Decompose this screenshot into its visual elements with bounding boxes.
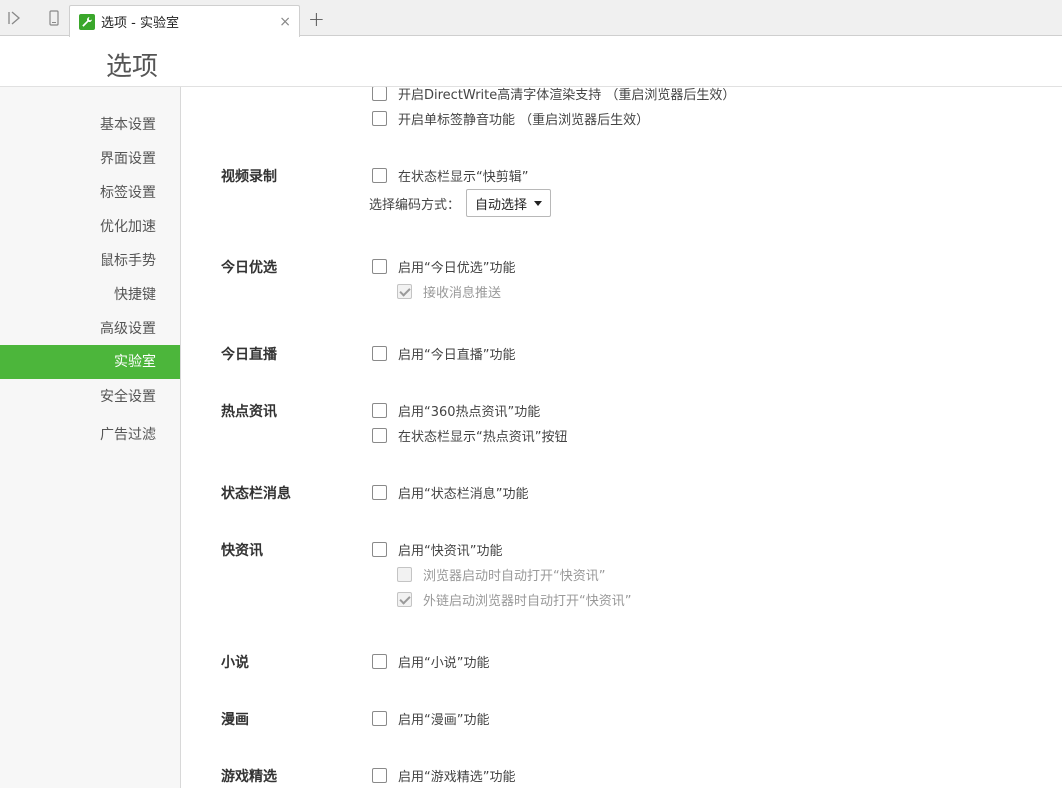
option-label: 启用“今日优选”功能 xyxy=(398,261,516,276)
option-label: 启用“快资讯”功能 xyxy=(398,544,503,559)
option-hot-news[interactable]: 启用“360热点资讯”功能 xyxy=(372,401,540,420)
sidebar-item-shortcuts[interactable]: 快捷键 xyxy=(114,278,156,312)
section-label-comic: 漫画 xyxy=(221,712,249,728)
option-quick-news-on-start[interactable]: 浏览器启动时自动打开“快资讯” xyxy=(397,565,605,584)
codec-select[interactable]: 自动选择 xyxy=(466,189,552,217)
new-tab-button[interactable]: + xyxy=(308,7,325,31)
checkbox[interactable] xyxy=(372,403,387,418)
option-label: 在状态栏显示“快剪辑” xyxy=(398,170,529,185)
section-label-quick-news: 快资讯 xyxy=(221,543,263,559)
option-comic[interactable]: 启用“漫画”功能 xyxy=(372,709,489,728)
checkbox[interactable] xyxy=(372,346,387,361)
option-label: 启用“小说”功能 xyxy=(398,656,490,671)
option-label: 开启单标签静音功能 （重启浏览器后生效） xyxy=(398,113,650,128)
option-directwrite[interactable]: 开启DirectWrite高清字体渲染支持 （重启浏览器后生效） xyxy=(372,87,735,103)
option-label: 开启DirectWrite高清字体渲染支持 （重启浏览器后生效） xyxy=(398,88,736,103)
caret-down-icon xyxy=(534,200,543,206)
option-today-pick[interactable]: 启用“今日优选”功能 xyxy=(372,257,515,276)
option-video-statusbar[interactable]: 在状态栏显示“快剪辑” xyxy=(372,166,528,185)
sidebar-item-interface[interactable]: 界面设置 xyxy=(100,142,156,176)
section-label-games: 游戏精选 xyxy=(221,769,277,785)
mobile-device-button[interactable] xyxy=(40,0,68,36)
checkbox[interactable] xyxy=(372,259,387,274)
sidebar-item-optimize[interactable]: 优化加速 xyxy=(100,210,156,244)
tab-bar: 选项 - 实验室 × + xyxy=(0,0,1062,37)
page-title: 选项 xyxy=(106,52,159,82)
sidebar-item-basic[interactable]: 基本设置 xyxy=(100,108,156,142)
codec-value: 自动选择 xyxy=(475,197,528,213)
option-games[interactable]: 启用“游戏精选”功能 xyxy=(372,766,515,785)
option-today-live[interactable]: 启用“今日直播”功能 xyxy=(372,344,515,363)
settings-content: 开启DirectWrite高清字体渲染支持 （重启浏览器后生效） 开启单标签静音… xyxy=(182,87,1062,788)
sidebar-item-advanced[interactable]: 高级设置 xyxy=(100,312,156,346)
checkbox[interactable] xyxy=(372,485,387,500)
option-label: 启用“状态栏消息”功能 xyxy=(398,487,529,502)
section-label-novel: 小说 xyxy=(221,655,249,671)
wrench-icon xyxy=(79,13,95,30)
checkbox-checked[interactable] xyxy=(397,284,412,299)
checkbox[interactable] xyxy=(372,428,387,443)
sidebar-item-mouse-gestures[interactable]: 鼠标手势 xyxy=(100,244,156,278)
checkbox-checked[interactable] xyxy=(397,592,412,607)
option-statusbar-msg[interactable]: 启用“状态栏消息”功能 xyxy=(372,483,528,502)
section-label-statusbar-msg: 状态栏消息 xyxy=(221,486,291,502)
option-tab-mute[interactable]: 开启单标签静音功能 （重启浏览器后生效） xyxy=(372,109,649,128)
close-icon[interactable]: × xyxy=(279,14,291,30)
option-push-messages[interactable]: 接收消息推送 xyxy=(397,282,501,301)
checkbox[interactable] xyxy=(372,87,387,101)
option-hot-news-statusbar[interactable]: 在状态栏显示“热点资讯”按钮 xyxy=(372,426,567,445)
sidebar-item-tabs[interactable]: 标签设置 xyxy=(100,176,156,210)
section-label-hot-news: 热点资讯 xyxy=(221,404,277,420)
option-label: 在状态栏显示“热点资讯”按钮 xyxy=(398,430,568,445)
checkbox[interactable] xyxy=(372,711,387,726)
codec-label: 选择编码方式： xyxy=(369,197,461,213)
section-label-today-pick: 今日优选 xyxy=(221,260,277,276)
page-header: 选项 xyxy=(0,36,1062,87)
expand-icon xyxy=(8,11,20,25)
section-label-today-live: 今日直播 xyxy=(221,347,277,363)
tab-title: 选项 - 实验室 xyxy=(101,16,179,31)
checkbox[interactable] xyxy=(372,542,387,557)
sidebar-item-security[interactable]: 安全设置 xyxy=(100,380,156,414)
phone-icon xyxy=(49,10,59,26)
option-label: 启用“今日直播”功能 xyxy=(398,348,516,363)
option-label: 启用“游戏精选”功能 xyxy=(398,770,516,785)
sidebar-item-ad-filter[interactable]: 广告过滤 xyxy=(100,418,156,452)
checkbox[interactable] xyxy=(372,168,387,183)
option-quick-news[interactable]: 启用“快资讯”功能 xyxy=(372,540,502,559)
option-label: 外链启动浏览器时自动打开“快资讯” xyxy=(423,594,632,609)
section-label-video: 视频录制 xyxy=(221,169,277,185)
checkbox[interactable] xyxy=(372,111,387,126)
checkbox[interactable] xyxy=(372,654,387,669)
option-label: 启用“360热点资讯”功能 xyxy=(398,405,541,420)
checkbox[interactable] xyxy=(372,768,387,783)
sidebar-item-lab[interactable]: 实验室 xyxy=(0,345,180,379)
tab-options-lab[interactable]: 选项 - 实验室 × xyxy=(69,5,300,37)
codec-row: 选择编码方式： 自动选择 xyxy=(369,189,552,217)
option-label: 启用“漫画”功能 xyxy=(398,713,490,728)
sidebar-toggle-button[interactable] xyxy=(0,0,28,36)
sidebar: 基本设置 界面设置 标签设置 优化加速 鼠标手势 快捷键 高级设置 实验室 安全… xyxy=(0,87,181,788)
option-label: 浏览器启动时自动打开“快资讯” xyxy=(423,569,606,584)
option-label: 接收消息推送 xyxy=(423,286,502,301)
checkbox[interactable] xyxy=(397,567,412,582)
option-quick-news-external[interactable]: 外链启动浏览器时自动打开“快资讯” xyxy=(397,590,631,609)
option-novel[interactable]: 启用“小说”功能 xyxy=(372,652,489,671)
